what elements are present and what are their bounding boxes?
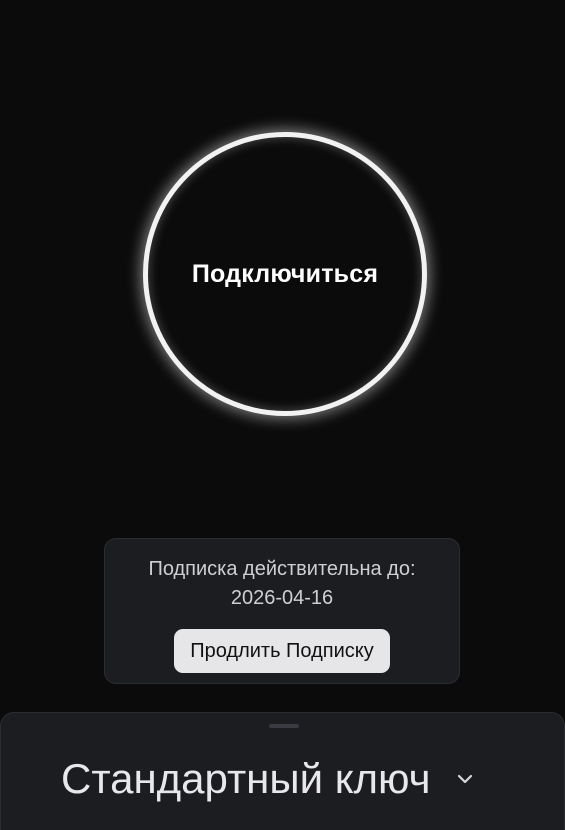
sheet-drag-handle[interactable] bbox=[269, 724, 299, 728]
subscription-valid-label: Подписка действительна до: bbox=[148, 558, 416, 580]
subscription-info: Подписка действительна до: 2026-04-16 bbox=[105, 555, 459, 613]
connect-button[interactable]: Подключиться bbox=[143, 132, 427, 416]
key-selector-dropdown[interactable]: Стандартный ключ bbox=[61, 755, 475, 803]
renew-subscription-button[interactable]: Продлить Подписку bbox=[174, 629, 390, 673]
subscription-expiry-date: 2026-04-16 bbox=[230, 587, 334, 609]
selected-key-label: Стандартный ключ bbox=[61, 755, 431, 802]
connect-label: Подключиться bbox=[191, 259, 379, 288]
key-bottom-sheet: Стандартный ключ bbox=[0, 712, 565, 830]
app-screen: Подключиться Подписка действительна до: … bbox=[0, 0, 565, 830]
chevron-down-icon bbox=[455, 769, 475, 789]
subscription-card: Подписка действительна до: 2026-04-16 Пр… bbox=[104, 538, 460, 684]
